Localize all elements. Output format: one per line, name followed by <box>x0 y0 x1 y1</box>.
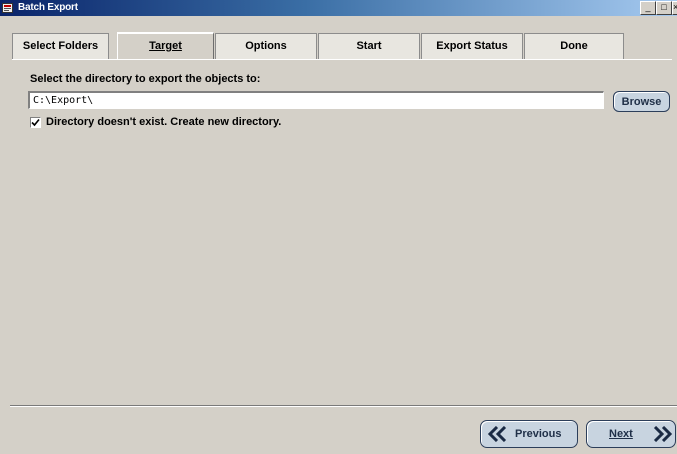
double-chevron-left-icon <box>487 426 507 442</box>
title-bar[interactable]: Batch Export _ □ × <box>0 0 677 16</box>
minimize-button[interactable]: _ <box>640 1 656 15</box>
tab-target[interactable]: Target <box>117 32 214 60</box>
tab-options[interactable]: Options <box>215 33 317 59</box>
batch-export-window: Batch Export _ □ × Select Folders Target… <box>0 0 677 454</box>
window-title: Batch Export <box>18 2 78 13</box>
tab-panel-edge <box>12 59 672 60</box>
tab-label: Start <box>356 40 382 52</box>
tab-export-status[interactable]: Export Status <box>421 33 523 59</box>
create-directory-label: Directory doesn't exist. Create new dire… <box>46 116 282 128</box>
tab-select-folders[interactable]: Select Folders <box>12 33 109 59</box>
create-directory-checkbox[interactable] <box>30 116 41 128</box>
double-chevron-right-icon <box>653 426 673 442</box>
tab-start[interactable]: Start <box>318 33 420 59</box>
browse-button[interactable]: Browse <box>613 91 670 112</box>
previous-button[interactable]: Previous <box>480 420 578 448</box>
create-directory-option[interactable]: Directory doesn't exist. Create new dire… <box>30 115 281 129</box>
footer-divider-highlight <box>10 406 677 407</box>
wizard-tab-bar: Select Folders Target Options Start Expo… <box>12 32 624 60</box>
directory-prompt: Select the directory to export the objec… <box>30 73 261 85</box>
directory-input[interactable] <box>28 91 604 109</box>
tab-label: Options <box>245 40 287 52</box>
close-button[interactable]: × <box>672 1 677 15</box>
tab-label: Done <box>560 40 588 52</box>
tab-done[interactable]: Done <box>524 33 624 59</box>
next-label: Next <box>609 428 633 440</box>
previous-label: Previous <box>515 428 562 440</box>
tab-label: Target <box>149 40 182 52</box>
next-label-text: Next <box>609 428 633 440</box>
next-button[interactable]: Next <box>586 420 676 448</box>
maximize-button[interactable]: □ <box>656 1 672 15</box>
checkmark-icon <box>31 118 40 126</box>
tab-label: Select Folders <box>22 40 99 52</box>
tab-label: Export Status <box>436 40 508 52</box>
export-app-icon <box>2 3 13 13</box>
